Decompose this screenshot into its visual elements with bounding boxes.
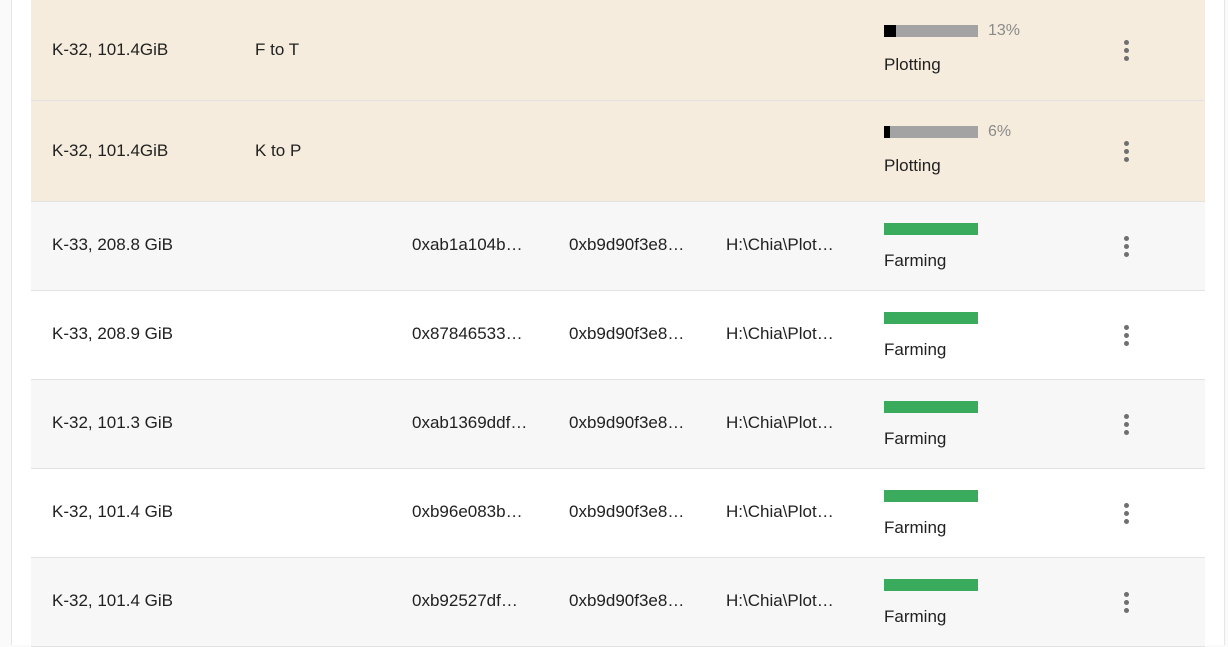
plot-queue-name: F to T	[255, 40, 300, 59]
plot-row: K-32, 101.3 GiB 0xab1369ddf… 0xb9d90f3e8… H…	[31, 380, 1205, 469]
plot-farmer-key: 0xb9d90f3e8…	[569, 324, 685, 343]
status-label: Farming	[884, 251, 947, 270]
more-vertical-icon[interactable]	[1116, 411, 1136, 437]
plot-size: K-33, 208.9 GiB	[52, 324, 173, 343]
plot-status: 13% Plotting	[884, 22, 1021, 75]
more-vertical-icon[interactable]	[1116, 500, 1136, 526]
plot-size: K-32, 101.4GiB	[52, 40, 169, 59]
menu-dot	[1123, 140, 1129, 146]
menu-dot	[1123, 39, 1129, 45]
menu-dot	[1123, 591, 1129, 597]
progress-fill	[884, 126, 890, 138]
farming-bar	[884, 312, 978, 324]
menu-dot	[1123, 429, 1129, 435]
plot-row: K-32, 101.4GiB K to P 6% Plotting	[31, 101, 1205, 202]
plot-status: Farming	[884, 400, 978, 449]
plot-row: K-33, 208.8 GiB 0xab1a104b… 0xb9d90f3e8… H:…	[31, 202, 1205, 291]
plot-farmer-key: 0xb9d90f3e8…	[569, 502, 685, 521]
menu-dot	[1123, 340, 1129, 346]
plot-row: K-32, 101.4GiB F to T 13% Plotting	[31, 0, 1205, 101]
menu-dot	[1123, 251, 1129, 257]
menu-dot	[1123, 55, 1129, 61]
menu-dot	[1123, 518, 1129, 524]
menu-dot	[1123, 156, 1129, 162]
menu-dot	[1123, 243, 1129, 249]
status-label: Farming	[884, 607, 947, 626]
plot-size: K-32, 101.4 GiB	[52, 591, 173, 610]
farming-bar	[884, 401, 978, 413]
plot-farmer-key: 0xb9d90f3e8…	[569, 235, 685, 254]
plot-pool-key: 0xab1a104b…	[412, 235, 523, 254]
more-vertical-icon[interactable]	[1116, 233, 1136, 259]
menu-dot	[1123, 332, 1129, 338]
status-label: Farming	[884, 340, 947, 359]
plot-size: K-32, 101.3 GiB	[52, 413, 173, 432]
plot-status: 6% Plotting	[884, 123, 1012, 176]
progress-percent: 6%	[988, 123, 1012, 140]
plot-row: K-32, 101.4 GiB 0xb92527df… 0xb9d90f3e8… H:…	[31, 558, 1205, 647]
plotting-progress-bar	[884, 25, 978, 37]
farming-bar	[884, 490, 978, 502]
plot-size: K-32, 101.4GiB	[52, 141, 169, 160]
farming-bar	[884, 223, 978, 235]
plot-farmer-key: 0xb9d90f3e8…	[569, 413, 685, 432]
plot-file-path: H:\Chia\Plot…	[726, 235, 834, 254]
status-label: Plotting	[884, 156, 941, 175]
plot-file-path: H:\Chia\Plot…	[726, 413, 834, 432]
plots-table: K-32, 101.4GiB F to T 13% Plotting K-32, 101…	[31, 0, 1205, 647]
plot-size: K-33, 208.8 GiB	[52, 235, 173, 254]
more-vertical-icon[interactable]	[1116, 322, 1136, 348]
plot-status: Farming	[884, 489, 978, 538]
plotting-progress-bar	[884, 126, 978, 138]
plot-status: Farming	[884, 311, 978, 360]
plot-file-path: H:\Chia\Plot…	[726, 324, 834, 343]
plot-farmer-key: 0xb9d90f3e8…	[569, 591, 685, 610]
menu-dot	[1123, 324, 1129, 330]
plot-pool-key: 0xb96e083b…	[412, 502, 523, 521]
plot-row: K-33, 208.9 GiB 0x87846533… 0xb9d90f3e8… H:…	[31, 291, 1205, 380]
menu-dot	[1123, 148, 1129, 154]
menu-dot	[1123, 421, 1129, 427]
plot-status: Farming	[884, 578, 978, 627]
menu-dot	[1123, 607, 1129, 613]
menu-dot	[1123, 502, 1129, 508]
status-label: Farming	[884, 429, 947, 448]
plot-pool-key: 0x87846533…	[412, 324, 523, 343]
plot-row: K-32, 101.4 GiB 0xb96e083b… 0xb9d90f3e8… H:…	[31, 469, 1205, 558]
more-vertical-icon[interactable]	[1116, 589, 1136, 615]
plot-pool-key: 0xb92527df…	[412, 591, 518, 610]
farming-bar	[884, 579, 978, 591]
plot-file-path: H:\Chia\Plot…	[726, 502, 834, 521]
menu-dot	[1123, 510, 1129, 516]
plot-pool-key: 0xab1369ddf…	[412, 413, 528, 432]
plot-queue-name: K to P	[255, 141, 302, 160]
menu-dot	[1123, 599, 1129, 605]
plot-file-path: H:\Chia\Plot…	[726, 591, 834, 610]
status-label: Farming	[884, 518, 947, 537]
progress-fill	[884, 25, 897, 37]
plot-size: K-32, 101.4 GiB	[52, 502, 173, 521]
menu-dot	[1123, 235, 1129, 241]
more-vertical-icon[interactable]	[1116, 37, 1136, 63]
plot-status: Farming	[884, 222, 978, 271]
progress-percent: 13%	[988, 22, 1021, 39]
menu-dot	[1123, 47, 1129, 53]
menu-dot	[1123, 413, 1129, 419]
status-label: Plotting	[884, 55, 941, 74]
more-vertical-icon[interactable]	[1116, 138, 1136, 164]
